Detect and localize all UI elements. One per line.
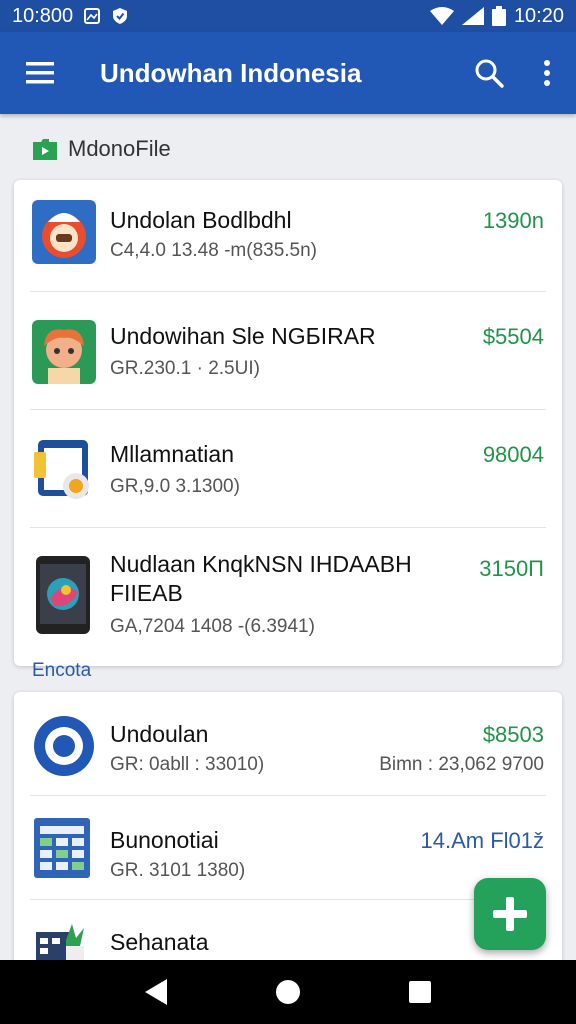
chef-app-icon: [32, 200, 96, 264]
item-subtitle: GA,7204 1408 -(6.3941): [110, 616, 315, 637]
signal-icon: [461, 7, 484, 25]
plus-icon: [493, 897, 527, 931]
list-item[interactable]: Undowihan Sle NGБIRAR GR.230.1 · 2.5UI) …: [14, 292, 562, 410]
recents-square-icon: [409, 981, 431, 1003]
more-vert-icon: [544, 60, 550, 86]
system-nav-bar: [0, 960, 576, 1024]
home-button[interactable]: [258, 962, 318, 1022]
item-value: $5504: [482, 324, 544, 349]
menu-icon: [26, 62, 54, 84]
files-card: Undolan Bodlbdhl C4,4.0 13.48 -m(835.5n)…: [14, 180, 562, 666]
item-title: Undowihan Sle NGБIRAR: [110, 323, 376, 349]
section-title: MdonoFile: [68, 136, 171, 161]
status-time-right: 10:20: [513, 4, 564, 27]
item-subtitle: GR,9.0 3.1300): [110, 476, 240, 497]
battery-icon: [491, 6, 506, 26]
phone-app-icon: [36, 556, 90, 634]
item-subtitle: GR: 0abll : 33010): [110, 754, 265, 775]
list-item[interactable]: Undolan Bodlbdhl C4,4.0 13.48 -m(835.5n)…: [14, 180, 562, 292]
home-circle-icon: [276, 980, 300, 1004]
list-item[interactable]: Undoulan GR: 0abll : 33010) $8503 Bimn :…: [14, 692, 562, 796]
list-item[interactable]: Mllamnatian GR,9.0 3.1300) 98004: [14, 410, 562, 528]
recents-button[interactable]: [390, 962, 450, 1022]
section-header-files: MdonoFile: [32, 136, 171, 162]
menu-button[interactable]: [0, 32, 80, 114]
item-value: $8503: [482, 722, 544, 747]
item-title: Undolan Bodlbdhl: [110, 207, 292, 233]
item-title: Undoulan: [110, 721, 209, 747]
back-button[interactable]: [126, 962, 186, 1022]
item-subtitle: GR.230.1 · 2.5UI): [110, 358, 260, 379]
item-value: 98004: [482, 442, 544, 467]
spreadsheet-app-icon: [34, 818, 90, 878]
item-value: 1390n: [482, 208, 544, 233]
document-app-icon: [34, 440, 89, 499]
item-subtitle: GR. 3101 1380): [110, 860, 246, 881]
item-value: 14.Am Fl01ž: [420, 828, 545, 853]
wifi-icon: [429, 7, 454, 25]
list-item[interactable]: Nudlaan KnqkNSN IHDAABH FIIEAB GA,7204 1…: [14, 528, 562, 666]
item-meta: Bimn : 23,062 9700: [379, 754, 544, 775]
item-title: Mllamnatian: [110, 441, 234, 467]
item-value: 3150П: [479, 556, 544, 581]
shield-notification-icon: [113, 8, 128, 24]
item-title: Bunonotiai: [110, 827, 219, 853]
image-notification-icon: [84, 8, 101, 24]
add-fab-button[interactable]: [474, 878, 546, 950]
section-header-second: Encota: [32, 660, 92, 681]
back-triangle-icon: [145, 979, 167, 1005]
item-title: Nudlaan KnqkNSN IHDAABH FIIEAB: [110, 551, 412, 606]
cartoon-character-icon: [32, 320, 96, 384]
status-time-left: 10:800: [12, 4, 74, 27]
search-button[interactable]: [460, 32, 518, 114]
item-subtitle: C4,4.0 13.48 -m(835.5n): [110, 240, 318, 261]
status-bar: 10:800 10:20: [0, 0, 576, 32]
app-title: Undowhan Indonesia: [100, 57, 362, 88]
circle-app-icon: [34, 716, 94, 776]
item-title: Sehanata: [110, 929, 209, 955]
search-icon: [475, 59, 504, 88]
app-bar: Undowhan Indonesia: [0, 32, 576, 114]
folder-play-icon: [33, 139, 57, 160]
overflow-menu-button[interactable]: [518, 32, 576, 114]
